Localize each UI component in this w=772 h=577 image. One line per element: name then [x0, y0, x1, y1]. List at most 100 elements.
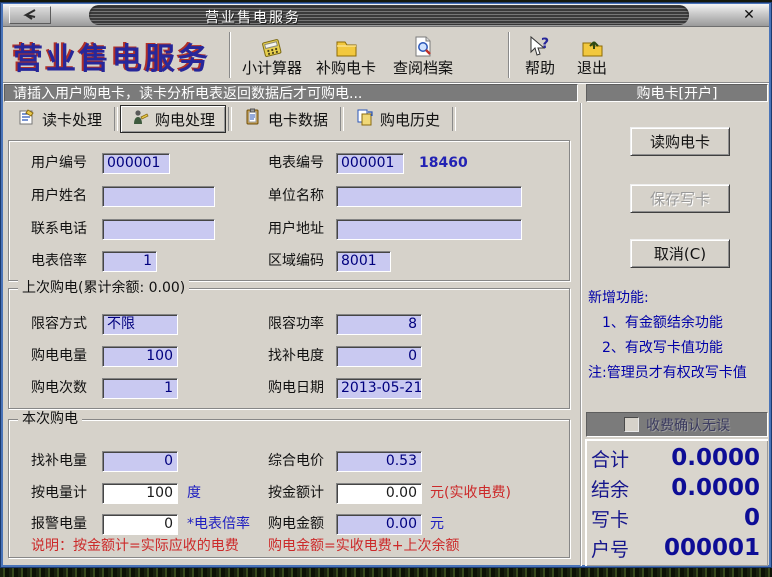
group-title: 上次购电(累计余额: 0.00)	[18, 280, 189, 296]
fee-confirm-checkbox[interactable]	[624, 417, 639, 432]
field-label: 按金额计	[268, 483, 324, 504]
toolbar-separator	[229, 32, 231, 78]
card-topup-button[interactable]: 补购电卡	[311, 31, 381, 81]
field-label: 报警电量	[31, 514, 87, 535]
tab-separator	[114, 107, 118, 131]
tab-label: 购电处理	[155, 109, 215, 130]
note-text: 购电金额=实收电费+上次余额	[268, 536, 459, 557]
total-row: 户号 000001	[591, 533, 760, 563]
note-line: 1、有金额结余功能	[588, 311, 768, 336]
exit-button[interactable]: 退出	[569, 31, 615, 81]
purchase-date-field: 2013-05-21	[336, 378, 422, 399]
toolbar-label: 小计算器	[242, 59, 302, 77]
tab-separator	[340, 107, 344, 131]
window-title: 营业售电服务	[205, 7, 301, 27]
calculator-button[interactable]: 小计算器	[237, 31, 307, 81]
total-value: 0.0000	[671, 475, 760, 501]
field-label: 单位名称	[268, 186, 324, 207]
status-message: 请插入用户购电卡，读卡分析电表返回数据后才可购电...	[4, 84, 578, 102]
field-label: 区域编码	[268, 251, 324, 272]
help-button[interactable]: ? 帮助	[517, 31, 563, 81]
last-purchase-group: 上次购电(累计余额: 0.00) 限容方式 不限 限容功率 8 购电电量 100…	[8, 288, 570, 409]
tabbar: 读卡处理 购电处理 电卡数据	[8, 104, 572, 134]
buy-power-icon	[131, 108, 149, 130]
field-label: 用户编号	[31, 153, 87, 174]
field-label: 限容功率	[268, 314, 324, 335]
field-label: 购电电量	[31, 346, 87, 367]
field-label: 电表编号	[268, 153, 324, 174]
org-name-field	[336, 186, 522, 207]
total-label: 写卡	[591, 505, 629, 532]
field-label: 综合电价	[268, 451, 324, 472]
by-amount-input[interactable]: 0.00	[336, 483, 422, 504]
side-panel-title: 购电卡[开户]	[586, 84, 768, 102]
field-label: 限容方式	[31, 314, 87, 335]
toolbar: 营业售电服务 小计算器 补购电卡	[3, 28, 769, 83]
purchase-count-field: 1	[102, 378, 178, 399]
area-code-field: 8001	[336, 251, 391, 272]
field-label: 购电金额	[268, 514, 324, 535]
field-label: 找补电量	[31, 451, 87, 472]
limit-mode-field: 不限	[102, 314, 178, 335]
last-energy-field: 100	[102, 346, 178, 367]
tab-card-data[interactable]: 电卡数据	[234, 106, 338, 132]
close-icon[interactable]: ✕	[739, 6, 759, 24]
save-write-card-button[interactable]: 保存写卡	[630, 184, 730, 213]
address-field	[336, 219, 522, 240]
calculator-icon	[259, 31, 285, 59]
total-value: 0	[744, 505, 760, 531]
unit-price-field: 0.53	[336, 451, 422, 472]
alarm-energy-input[interactable]: 0	[102, 514, 178, 535]
total-value: 000001	[664, 535, 760, 561]
tab-separator	[228, 107, 232, 131]
fee-confirm-label: 收费确认无误	[646, 415, 730, 435]
field-label: 用户地址	[268, 219, 324, 240]
read-card-button[interactable]: 读购电卡	[630, 127, 730, 156]
note-line: 注:管理员才有权改写卡值	[588, 361, 768, 386]
by-energy-input[interactable]: 100	[102, 483, 178, 504]
toolbar-label: 帮助	[525, 59, 555, 77]
adjust-degree-field: 0	[336, 346, 422, 367]
unit-text: 元(实收电费)	[430, 483, 511, 504]
user-info-group: 用户编号 000001 电表编号 000001 18460 用户姓名 单位名称 …	[8, 140, 570, 281]
archive-lookup-button[interactable]: 查阅档案	[388, 31, 458, 81]
tab-label: 电卡数据	[268, 109, 328, 130]
field-label: 按电量计	[31, 483, 87, 504]
user-name-field	[102, 186, 215, 207]
tab-label: 读卡处理	[42, 109, 102, 130]
note-text: 说明：按金额计=实际应收的电费	[31, 536, 239, 557]
tab-purchase-history[interactable]: 购电历史	[346, 106, 450, 132]
desktop-edge	[0, 568, 772, 577]
read-card-icon	[18, 108, 36, 130]
total-value: 0.0000	[671, 445, 760, 471]
meter-extra-code: 18460	[419, 153, 468, 174]
panel-divider	[580, 103, 582, 566]
app-title: 营业售电服务	[13, 34, 211, 78]
tab-label: 购电历史	[380, 109, 440, 130]
archive-search-icon	[411, 31, 435, 59]
tab-buy-power[interactable]: 购电处理	[120, 105, 226, 133]
total-row: 合计 0.0000	[591, 443, 760, 473]
meter-id-field: 000001	[336, 153, 404, 174]
titlebar[interactable]: 营业售电服务 ✕	[3, 4, 769, 27]
total-label: 结余	[591, 475, 629, 502]
unit-text: *电表倍率	[187, 514, 250, 535]
field-label: 找补电度	[268, 346, 324, 367]
field-label: 用户姓名	[31, 186, 87, 207]
meter-rate-field: 1	[102, 251, 157, 272]
card-folder-icon	[334, 31, 358, 59]
toolbar-label: 查阅档案	[393, 59, 453, 77]
total-amount-field: 0.00	[336, 514, 422, 535]
svg-text:?: ?	[541, 36, 549, 52]
limit-power-field: 8	[336, 314, 422, 335]
titlebar-stripes	[89, 5, 689, 25]
current-purchase-group: 本次购电 找补电量 0 综合电价 0.53 按电量计 100 度 按金额计 0.…	[8, 419, 570, 558]
user-id-field: 000001	[102, 153, 170, 174]
group-title: 本次购电	[18, 411, 82, 427]
tab-read-card[interactable]: 读卡处理	[8, 106, 112, 132]
cancel-button[interactable]: 取消(C)	[630, 239, 730, 268]
totals-panel: 合计 0.0000 结余 0.0000 写卡 0 户号 000001	[585, 439, 768, 566]
total-label: 合计	[591, 445, 629, 472]
app-logo-icon	[9, 6, 51, 24]
field-label: 购电次数	[31, 378, 87, 399]
